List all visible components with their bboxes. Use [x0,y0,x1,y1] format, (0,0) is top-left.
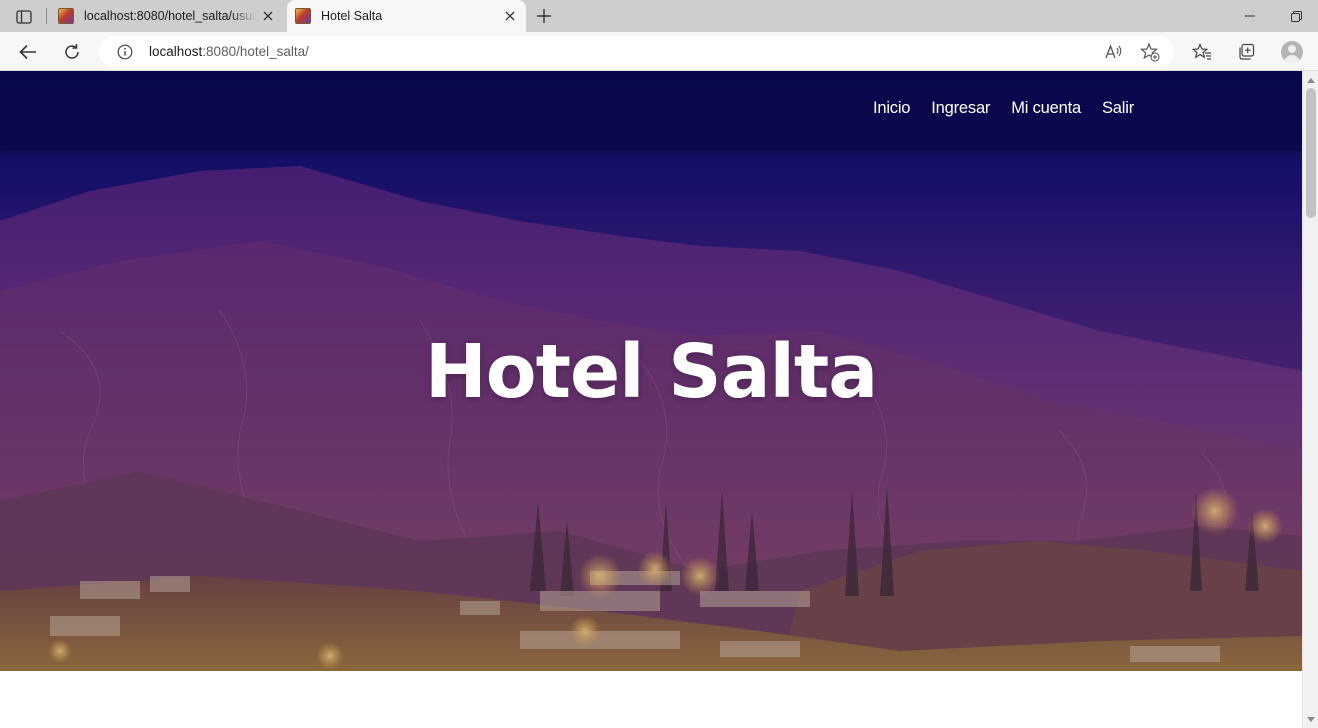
back-arrow-icon [19,44,36,60]
site-info-icon[interactable] [115,42,135,62]
page-viewport: Inicio Ingresar Mi cuenta Salir Hotel Sa… [0,71,1302,728]
tab-close-button[interactable] [498,4,522,28]
new-tab-button[interactable] [532,4,556,28]
tab-hotel-salta[interactable]: Hotel Salta [287,0,526,32]
url-host: localhost [149,44,203,59]
browser-toolbar: localhost:8080/hotel_salta/ [0,32,1318,71]
collections-button[interactable] [1231,37,1261,67]
nav-menu: Inicio Ingresar Mi cuenta Salir [873,99,1134,118]
minimize-icon [1245,15,1255,17]
profile-avatar-icon[interactable] [1281,41,1303,63]
tab-separator [46,8,47,24]
tab-title: localhost:8080/hotel_salta/usuari [84,9,256,23]
url-text[interactable]: localhost:8080/hotel_salta/ [149,44,309,59]
tab-usuarios[interactable]: localhost:8080/hotel_salta/usuari [50,0,284,32]
nav-link-mi-cuenta[interactable]: Mi cuenta [1011,99,1081,118]
tab-strip: localhost:8080/hotel_salta/usuari Hotel … [0,0,1318,32]
address-bar[interactable]: localhost:8080/hotel_salta/ [99,36,1174,67]
back-button[interactable] [13,37,43,67]
favorites-button[interactable] [1187,37,1217,67]
close-icon [505,11,515,21]
plus-icon [537,9,551,23]
site-navbar: Inicio Ingresar Mi cuenta Salir [0,71,1302,151]
collections-icon [1239,43,1255,60]
hotel-favicon-icon [58,8,74,24]
restore-icon [1290,10,1302,22]
scroll-down-arrow[interactable] [1303,712,1318,726]
tab-close-button[interactable] [256,4,280,28]
triangle-up-icon [1307,77,1315,83]
tab-title: Hotel Salta [321,9,383,23]
refresh-icon [65,44,79,59]
nav-link-salir[interactable]: Salir [1102,99,1134,118]
nav-link-ingresar[interactable]: Ingresar [931,99,990,118]
hotel-favicon-icon [295,8,311,24]
favorites-icon [1192,43,1211,60]
restore-button[interactable] [1273,0,1318,32]
triangle-down-icon [1307,716,1315,722]
tab-actions-icon [16,10,32,24]
page-scrollbar[interactable] [1302,71,1318,728]
hero-title: Hotel Salta [424,329,878,415]
minimize-button[interactable] [1227,0,1273,32]
read-aloud-icon[interactable] [1103,41,1125,63]
tab-actions-button[interactable] [10,6,38,28]
hero-section: Inicio Ingresar Mi cuenta Salir Hotel Sa… [0,71,1302,671]
close-icon [263,11,273,21]
add-favorite-icon[interactable] [1139,41,1161,63]
url-path: :8080/hotel_salta/ [202,44,309,59]
scroll-thumb[interactable] [1306,88,1316,218]
scroll-up-arrow[interactable] [1303,73,1318,87]
refresh-button[interactable] [57,37,87,67]
nav-link-inicio[interactable]: Inicio [873,99,911,118]
